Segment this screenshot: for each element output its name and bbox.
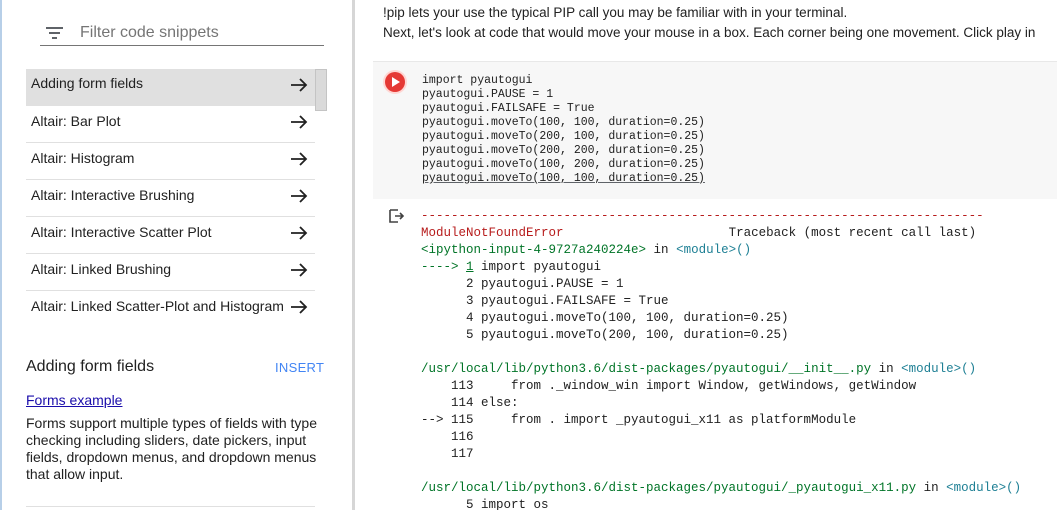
traceback-header: Traceback (most recent call last) [728, 226, 977, 240]
code-line: import pyautogui [422, 74, 533, 87]
cell-output: ----------------------------------------… [373, 199, 1057, 510]
panel-edge [0, 0, 2, 510]
arrow-right-icon[interactable] [289, 75, 309, 95]
snippet-description: Forms support multiple types of fields w… [26, 415, 318, 482]
output-icon[interactable] [389, 209, 405, 223]
arrow-right-icon[interactable] [289, 297, 309, 317]
snippet-label: Adding form fields [31, 75, 144, 91]
frame-line: 113 from ._window_win import Window, get… [421, 379, 917, 393]
filter-icon[interactable] [46, 27, 63, 39]
frame-line: 5 import os [421, 498, 549, 510]
snippet-item-altair-interactive-scatter-plot[interactable]: Altair: Interactive Scatter Plot [26, 217, 315, 254]
traceback-divider: ----------------------------------------… [421, 209, 984, 223]
snippet-label: Altair: Histogram [31, 150, 135, 166]
markdown-text-line: !pip lets your use the typical PIP call … [383, 5, 848, 20]
filter-row [40, 18, 324, 46]
frame-line: --> 115 from . import _pyautogui_x11 as … [421, 413, 857, 427]
context-line: 4 pyautogui.moveTo(100, 100, duration=0.… [421, 311, 789, 325]
frame-path: /usr/local/lib/python3.6/dist-packages/p… [421, 481, 917, 495]
frame-path-line: /usr/local/lib/python3.6/dist-packages/p… [421, 361, 1021, 378]
frame-path-line: /usr/local/lib/python3.6/dist-packages/p… [421, 480, 1021, 497]
frame-path: /usr/local/lib/python3.6/dist-packages/p… [421, 362, 872, 376]
arrow-right-icon[interactable] [289, 223, 309, 243]
in-word: in [871, 362, 902, 376]
module-ref: <module>() [901, 362, 977, 376]
arrow-right-icon[interactable] [289, 149, 309, 169]
snippets-panel: Adding form fields Altair: Bar Plot Alta… [0, 0, 352, 510]
snippet-detail-title: Adding form fields [26, 358, 155, 375]
snippet-item-altair-histogram[interactable]: Altair: Histogram [26, 143, 315, 180]
in-word: in [916, 481, 947, 495]
snippet-label: Altair: Linked Brushing [31, 261, 172, 277]
traceback-arrow-line: ----> 1 import pyautogui [421, 259, 1021, 276]
arrow-line-code: import pyautogui [473, 260, 602, 274]
frame-line: 114 else: [421, 396, 519, 410]
input-ref: <ipython-input-4-9727a240224e> [421, 243, 647, 257]
frame-line: 116 [421, 430, 474, 444]
snippet-label: Altair: Interactive Brushing [31, 187, 195, 203]
code-line: pyautogui.moveTo(100, 100, duration=0.25… [422, 172, 705, 185]
traceback-arrow: ----> [421, 260, 467, 274]
snippet-list: Adding form fields Altair: Bar Plot Alta… [26, 69, 315, 318]
insert-button[interactable]: INSERT [275, 360, 324, 375]
snippet-item-altair-bar-plot[interactable]: Altair: Bar Plot [26, 106, 315, 143]
snippet-label: Altair: Bar Plot [31, 113, 121, 129]
arrow-right-icon[interactable] [289, 186, 309, 206]
notebook-area: !pip lets your use the typical PIP call … [355, 0, 1057, 510]
forms-example-link[interactable]: Forms example [26, 392, 122, 408]
snippet-item-altair-interactive-brushing[interactable]: Altair: Interactive Brushing [26, 180, 315, 217]
module-ref: <module>() [946, 481, 1022, 495]
code-line: pyautogui.FAILSAFE = True [422, 102, 595, 115]
input-ref-line: <ipython-input-4-9727a240224e> in <modul… [421, 242, 1021, 259]
snippet-item-adding-form-fields[interactable]: Adding form fields [26, 69, 315, 106]
code-editor[interactable]: import pyautogui pyautogui.PAUSE = 1 pya… [422, 74, 705, 186]
code-line: pyautogui.moveTo(100, 200, duration=0.25… [422, 158, 705, 171]
divider [26, 506, 315, 507]
context-line: 5 pyautogui.moveTo(200, 100, duration=0.… [421, 328, 789, 342]
frame-line: 117 [421, 447, 474, 461]
in-word: in [646, 243, 677, 257]
scrollbar-thumb[interactable] [315, 69, 327, 111]
module-ref: <module>() [676, 243, 752, 257]
error-name: ModuleNotFoundError [421, 226, 564, 240]
arrow-right-icon[interactable] [289, 112, 309, 132]
snippet-list-scrollbar[interactable] [315, 69, 328, 318]
code-line: pyautogui.moveTo(100, 100, duration=0.25… [422, 116, 705, 129]
context-line: 3 pyautogui.FAILSAFE = True [421, 294, 669, 308]
line-number-link[interactable]: 1 [466, 260, 474, 274]
context-line: 2 pyautogui.PAUSE = 1 [421, 277, 624, 291]
play-icon[interactable] [385, 72, 405, 92]
snippet-item-altair-linked-scatter-plot-and-histogram[interactable]: Altair: Linked Scatter-Plot and Histogra… [26, 291, 315, 318]
traceback-output: ----------------------------------------… [421, 208, 1021, 510]
markdown-text-line: Next, let's look at code that would move… [383, 25, 1036, 40]
snippet-label: Altair: Interactive Scatter Plot [31, 224, 212, 240]
code-line: pyautogui.PAUSE = 1 [422, 88, 554, 101]
snippet-item-altair-linked-brushing[interactable]: Altair: Linked Brushing [26, 254, 315, 291]
arrow-right-icon[interactable] [289, 260, 309, 280]
code-cell[interactable]: import pyautogui pyautogui.PAUSE = 1 pya… [373, 61, 1057, 199]
code-line: pyautogui.moveTo(200, 200, duration=0.25… [422, 144, 705, 157]
traceback-header-line: ModuleNotFoundError Traceback (most rece… [421, 225, 1021, 242]
filter-input[interactable] [80, 22, 320, 44]
snippet-label: Altair: Linked Scatter-Plot and Histogra… [31, 298, 284, 314]
code-line: pyautogui.moveTo(200, 100, duration=0.25… [422, 130, 705, 143]
